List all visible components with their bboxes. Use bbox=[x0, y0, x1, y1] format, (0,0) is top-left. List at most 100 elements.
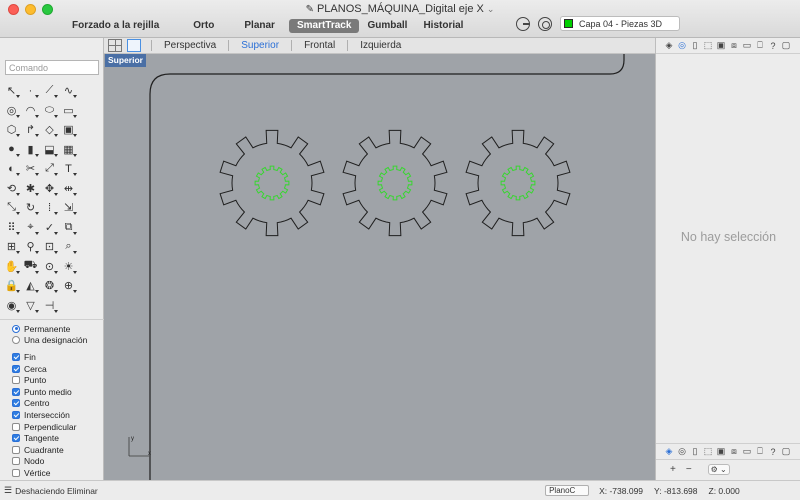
add-layer-button[interactable]: + bbox=[668, 464, 678, 475]
select-arrow-icon[interactable]: ↖ bbox=[2, 81, 21, 100]
osnap-vertex[interactable]: Vértice bbox=[0, 467, 104, 479]
world-sphere-icon[interactable]: ◉ bbox=[2, 296, 21, 315]
render-material-icon[interactable]: ◭ bbox=[21, 276, 40, 295]
checkbox-point[interactable] bbox=[12, 376, 20, 385]
boundary-curve[interactable] bbox=[149, 54, 625, 480]
extrude-icon[interactable]: ⬓ bbox=[40, 140, 59, 159]
osnap-point[interactable]: Punto bbox=[0, 374, 104, 386]
osnap-near[interactable]: Cerca bbox=[0, 363, 104, 375]
viewport-icon[interactable]: ▭ bbox=[742, 40, 752, 51]
tab-front[interactable]: Frontal bbox=[291, 40, 347, 51]
osnap-knot[interactable]: Nodo bbox=[0, 456, 104, 468]
remove-layer-button[interactable]: − bbox=[684, 464, 694, 475]
fillet-curve-icon[interactable]: ↱ bbox=[21, 120, 40, 139]
wireframe-sphere-icon[interactable]: ⊕ bbox=[59, 276, 78, 295]
dimension-icon[interactable]: ⇹ bbox=[59, 179, 78, 198]
analyze-icon[interactable]: ⌖ bbox=[21, 218, 40, 237]
curve-icon[interactable]: ∿ bbox=[59, 81, 78, 100]
lock-icon[interactable]: 🔒 bbox=[2, 276, 21, 295]
grid-array-icon[interactable]: ⠿ bbox=[2, 218, 21, 237]
display-icon[interactable]: ⎕ bbox=[755, 40, 765, 51]
four-viewports-icon[interactable] bbox=[108, 39, 122, 52]
join-icon[interactable]: ⟲ bbox=[2, 179, 21, 198]
transform-icon[interactable]: ⤡ bbox=[2, 198, 21, 217]
checkbox-intersection[interactable] bbox=[12, 410, 20, 419]
scale-icon[interactable]: ⇲ bbox=[59, 198, 78, 217]
mesh-icon[interactable]: ▦ bbox=[59, 140, 78, 159]
construction-plane-select[interactable]: PlanoC bbox=[545, 485, 590, 496]
spotlight-icon[interactable]: ▽ bbox=[21, 296, 40, 315]
osnap-tangent[interactable]: Tangente bbox=[0, 432, 104, 444]
circle-icon[interactable]: ◎ bbox=[2, 101, 21, 120]
car-icon[interactable]: ⛟ bbox=[21, 257, 40, 276]
cube-icon[interactable]: ⬚ bbox=[703, 40, 713, 51]
tab-perspective[interactable]: Perspectiva bbox=[151, 40, 228, 51]
gear-inner-selected-curve[interactable] bbox=[254, 165, 290, 201]
mode-history[interactable]: Historial bbox=[415, 19, 471, 33]
layers-icon[interactable]: ◈ bbox=[664, 40, 674, 51]
block-icon[interactable]: ⧉ bbox=[59, 218, 78, 237]
top-viewport[interactable]: y x Superior bbox=[104, 54, 655, 480]
checkbox-tangent[interactable] bbox=[12, 434, 20, 443]
zoom-window-icon[interactable]: ⊡ bbox=[40, 237, 59, 256]
mode-planar[interactable]: Planar bbox=[236, 19, 283, 33]
layout-icon[interactable]: ⊞ bbox=[2, 237, 21, 256]
osnap-center[interactable]: Centro bbox=[0, 398, 104, 410]
osnap-end[interactable]: Fin bbox=[0, 351, 104, 363]
text-icon[interactable]: T bbox=[59, 159, 78, 178]
properties-circle-icon[interactable]: ◎ bbox=[677, 446, 687, 457]
radio-permanent[interactable] bbox=[12, 324, 20, 333]
checkbox-knot[interactable] bbox=[12, 457, 20, 466]
mode-smarttrack[interactable]: SmartTrack bbox=[288, 19, 360, 33]
gear-inner-selected-curve[interactable] bbox=[377, 165, 413, 201]
osnap-perpendicular[interactable]: Perpendicular bbox=[0, 421, 104, 433]
checkbox-midpoint[interactable] bbox=[12, 387, 20, 396]
box-icon[interactable]: ▣ bbox=[59, 120, 78, 139]
radio-single[interactable] bbox=[12, 336, 20, 345]
lock-key-icon[interactable] bbox=[516, 16, 530, 31]
checkbox-quadrant[interactable] bbox=[12, 445, 20, 454]
light-bulb-icon[interactable]: ☀ bbox=[59, 257, 78, 276]
command-input[interactable] bbox=[5, 60, 99, 75]
help-icon[interactable]: ? bbox=[768, 41, 778, 51]
mode-gumball[interactable]: Gumball bbox=[359, 19, 415, 33]
checkbox-vertex[interactable] bbox=[12, 468, 20, 477]
tab-left[interactable]: Izquierda bbox=[347, 40, 413, 51]
osnap-intersection[interactable]: Intersección bbox=[0, 409, 104, 421]
polyline-icon[interactable]: ⟋ bbox=[40, 81, 59, 100]
panel-icon[interactable]: ▢ bbox=[781, 40, 791, 51]
current-layer-selector[interactable]: Capa 04 - Piezas 3D bbox=[560, 16, 680, 31]
array-icon[interactable]: ⁞ bbox=[40, 198, 59, 217]
explode-icon[interactable]: ✱ bbox=[21, 179, 40, 198]
rotate-icon[interactable]: ↻ bbox=[21, 198, 40, 217]
zoom-extents-icon[interactable]: ⌕ bbox=[59, 237, 78, 256]
object-cube-icon[interactable]: ⬚ bbox=[703, 446, 713, 457]
checkbox-center[interactable] bbox=[12, 399, 20, 408]
osnap-quadrant[interactable]: Cuadrante bbox=[0, 444, 104, 456]
target-icon[interactable] bbox=[538, 16, 552, 31]
sphere-icon[interactable]: ● bbox=[2, 140, 21, 159]
ellipse-icon[interactable]: ⬭ bbox=[40, 101, 59, 120]
boolean-icon[interactable]: ◐ bbox=[2, 159, 21, 178]
split-icon[interactable]: ⤢ bbox=[40, 159, 59, 178]
checkbox-near[interactable] bbox=[12, 364, 20, 373]
tab-top[interactable]: Superior bbox=[228, 40, 291, 51]
single-viewport-icon[interactable] bbox=[127, 39, 141, 52]
gear-outline[interactable] bbox=[465, 129, 571, 237]
gear-inner-selected-curve[interactable] bbox=[500, 165, 536, 201]
layers-stack-icon[interactable]: ◈ bbox=[664, 446, 674, 457]
color-wheel-icon[interactable]: ❂ bbox=[40, 276, 59, 295]
polygon-icon[interactable]: ⬡ bbox=[2, 120, 21, 139]
checkbox-end[interactable] bbox=[12, 352, 20, 361]
rectangle-icon[interactable]: ▭ bbox=[59, 101, 78, 120]
checkbox-perpendicular[interactable] bbox=[12, 422, 20, 431]
expand-panel-icon[interactable]: ▢ bbox=[781, 446, 791, 457]
check-icon[interactable]: ✓ bbox=[40, 218, 59, 237]
named-view-icon[interactable]: ▭ bbox=[742, 446, 752, 457]
magnifier-icon[interactable]: ⊙ bbox=[40, 257, 59, 276]
point-icon[interactable]: · bbox=[21, 81, 40, 100]
viewport-canvas[interactable]: y x bbox=[104, 54, 655, 480]
arc-icon[interactable]: ◠ bbox=[21, 101, 40, 120]
gear-outline[interactable] bbox=[342, 129, 448, 237]
surface-icon[interactable]: ◇ bbox=[40, 120, 59, 139]
